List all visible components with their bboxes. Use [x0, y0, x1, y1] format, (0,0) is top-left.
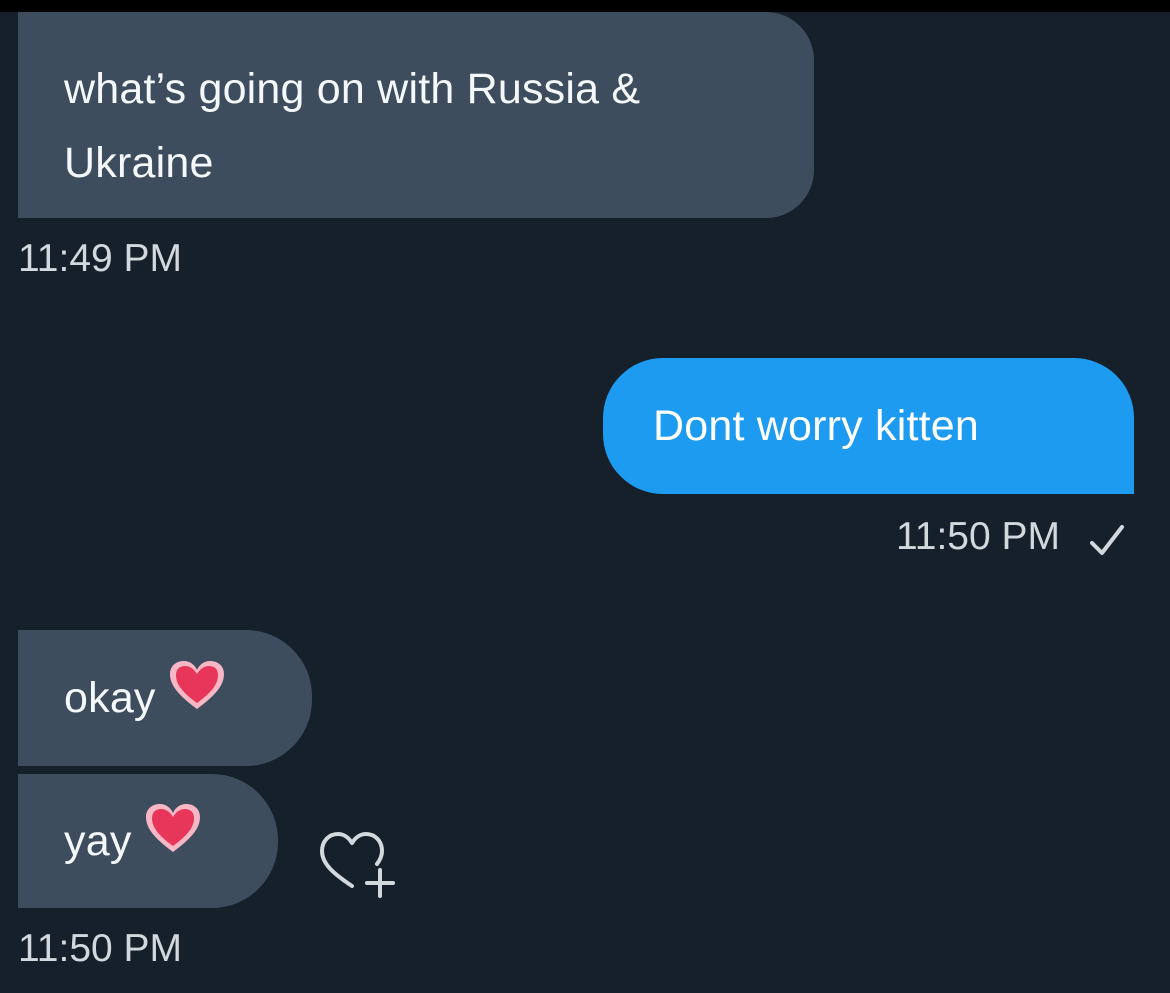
message-timestamp: 11:50 PM: [895, 515, 1060, 558]
message-text: what’s going on with Russia & Ukraine: [64, 65, 641, 187]
message-bubble-outgoing[interactable]: Dont worry kitten: [603, 358, 1134, 494]
message-bubble-incoming[interactable]: yay: [18, 774, 278, 908]
message-timestamp: 11:49 PM: [18, 237, 183, 280]
message-text: yay: [64, 817, 132, 865]
pink-heart-icon: [144, 802, 202, 877]
message-text: Dont worry kitten: [653, 402, 980, 450]
add-reaction-heart-icon[interactable]: [316, 826, 404, 900]
pink-heart-icon: [168, 659, 226, 734]
message-bubble-incoming[interactable]: okay: [18, 630, 312, 766]
top-bar: [0, 0, 1170, 12]
message-text: okay: [64, 674, 156, 722]
message-timestamp: 11:50 PM: [18, 927, 183, 970]
message-bubble-incoming[interactable]: what’s going on with Russia & Ukraine: [18, 12, 814, 218]
check-icon: [1086, 521, 1130, 566]
